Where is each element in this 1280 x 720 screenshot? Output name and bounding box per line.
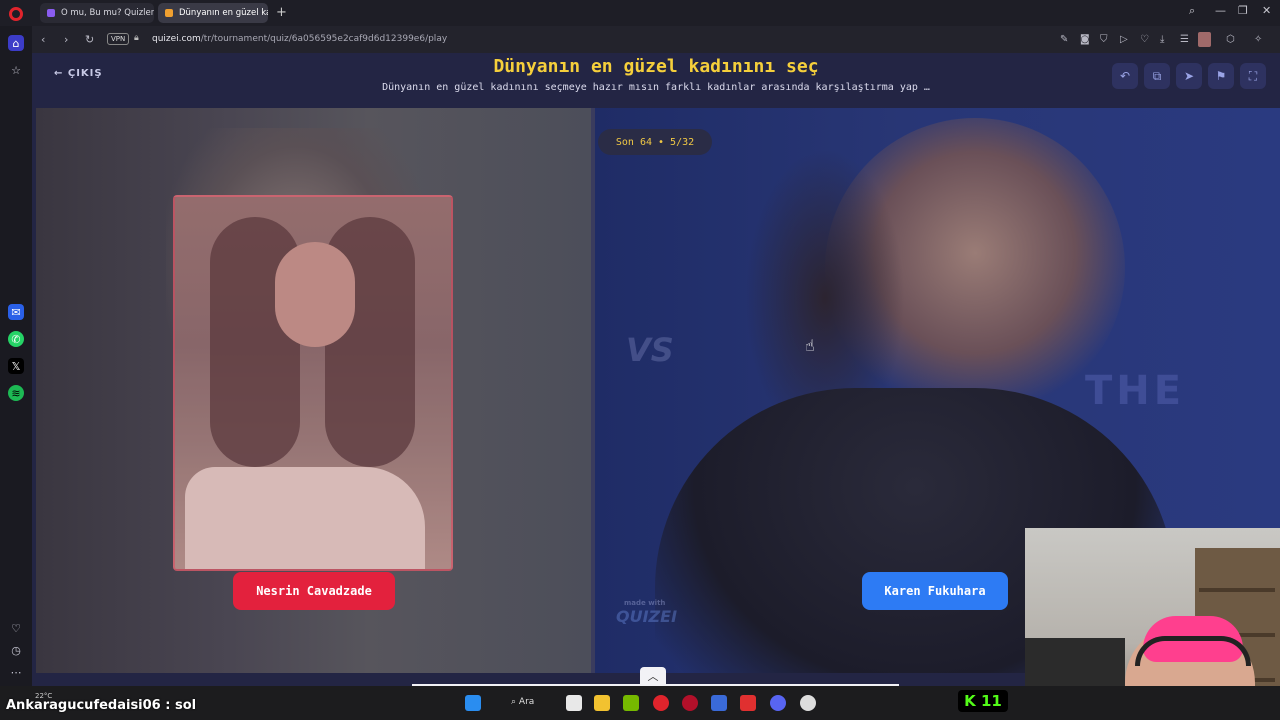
right-choice-button[interactable]: Karen Fukuhara (862, 572, 1008, 610)
tab-quizzes[interactable]: O mu, Bu mu? Quizleri | T (40, 3, 154, 23)
minimize-icon[interactable]: — (1215, 4, 1226, 17)
heart-icon[interactable]: ♡ (8, 620, 24, 636)
flag-icon[interactable]: ⚑ (1208, 63, 1234, 89)
opera-taskbar-icon[interactable] (653, 695, 669, 711)
task-view-icon[interactable] (566, 695, 582, 711)
whatsapp-icon[interactable]: ✆ (8, 331, 24, 347)
tab-search-icon[interactable]: ⌕ (1189, 4, 1195, 18)
url-path: /tr/tournament/quiz/6a056595e2caf9d6d123… (200, 34, 448, 44)
kick-count: 11 (980, 692, 1002, 710)
restore-icon[interactable]: ❐ (1238, 4, 1248, 17)
star-icon[interactable]: ☆ (8, 62, 24, 78)
windows-start-icon[interactable] (465, 695, 481, 711)
chatgpt-icon[interactable] (800, 695, 816, 711)
menu-icon[interactable]: ☰ (1180, 34, 1189, 45)
stream-chat-message: Ankaragucufedaisi06 : sol (6, 698, 197, 713)
left-choice-photo[interactable] (173, 195, 453, 571)
left-choice-button[interactable]: Nesrin Cavadzade (233, 572, 395, 610)
watermark-made-with: made with (624, 599, 666, 607)
background-text: THE (1085, 368, 1186, 414)
round-progress: Son 64 • 5/32 (598, 129, 712, 155)
tab-favicon-icon (47, 9, 55, 17)
vpn-badge[interactable]: VPN (107, 33, 130, 45)
opera-logo-icon[interactable] (9, 7, 23, 21)
profile-avatar[interactable] (1198, 32, 1211, 47)
undo-icon[interactable]: ↶ (1112, 63, 1138, 89)
home-icon[interactable]: ⌂ (8, 35, 24, 51)
nvidia-icon[interactable] (623, 695, 639, 711)
forward-icon[interactable]: › (64, 33, 68, 46)
shield-app-icon[interactable] (711, 695, 727, 711)
chevron-up-icon[interactable]: ︿ (640, 667, 666, 685)
file-explorer-icon[interactable] (594, 695, 610, 711)
spotify-icon[interactable]: ≋ (8, 385, 24, 401)
fullscreen-icon[interactable]: ⛶ (1240, 63, 1266, 89)
heart-icon[interactable]: ♡ (1140, 34, 1149, 45)
page-title: Dünyanın en güzel kadınını seç (493, 56, 819, 77)
app-w-icon[interactable] (740, 695, 756, 711)
tab-favicon-icon (165, 9, 173, 17)
lock-icon[interactable]: 🔒︎ (134, 33, 139, 43)
edit-icon[interactable]: ✎ (1060, 34, 1068, 45)
page-subtitle: Dünyanın en güzel kadınını seçmeye hazır… (382, 82, 930, 93)
browser-tab-bar: O mu, Bu mu? Quizleri | T Dünyanın en gü… (0, 0, 1280, 26)
camera-icon[interactable]: ◙ (1080, 34, 1090, 45)
close-icon[interactable]: ✕ (1262, 4, 1271, 17)
tab-label: O mu, Bu mu? Quizleri | T (61, 8, 154, 18)
url-host: quizei.com (152, 34, 201, 44)
download-icon[interactable]: ⤓ (1160, 34, 1164, 45)
more-icon[interactable]: ⋯ (8, 664, 24, 680)
aria-icon[interactable]: ✧ (1254, 34, 1262, 45)
extensions-icon[interactable]: ⬡ (1226, 34, 1235, 45)
browser-sidebar: ⌂ ☆ ✉ ✆ 𝕏 ≋ ♡ ◷ ⋯ (0, 26, 32, 686)
tab-label: Dünyanın en güzel kadını (179, 8, 268, 18)
url-field[interactable]: quizei.com/tr/tournament/quiz/6a056595e2… (152, 34, 447, 44)
quizei-watermark: made with QUIZEI (616, 599, 677, 626)
history-icon[interactable]: ◷ (8, 642, 24, 658)
kick-viewer-badge: K 11 (958, 690, 1008, 712)
share-icon[interactable]: ➤ (1176, 63, 1202, 89)
watermark-brand: QUIZEI (616, 607, 678, 626)
shield-icon[interactable]: ⛉ (1100, 34, 1108, 45)
hand-cursor-icon: ☝ (805, 336, 815, 355)
vs-logo: VS (626, 331, 674, 369)
messenger-icon[interactable]: ✉ (8, 304, 24, 320)
discord-icon[interactable] (770, 695, 786, 711)
play-icon[interactable]: ▷ (1120, 34, 1128, 45)
opera-gx-icon[interactable] (682, 695, 698, 711)
taskbar-search-label: Ara (518, 697, 535, 707)
back-icon[interactable]: ‹ (41, 33, 45, 46)
tab-current-quiz[interactable]: Dünyanın en güzel kadını (158, 3, 268, 23)
reload-icon[interactable]: ↻ (85, 33, 94, 46)
address-bar: ‹ › ↻ VPN 🔒︎ quizei.com/tr/tournament/qu… (32, 26, 1280, 53)
panel-divider (591, 108, 595, 673)
copy-icon[interactable]: ⧉ (1144, 63, 1170, 89)
x-twitter-icon[interactable]: 𝕏 (8, 358, 24, 374)
kick-logo-icon: K (964, 692, 981, 710)
new-tab-plus-icon[interactable]: + (276, 5, 287, 20)
taskbar-search[interactable]: ⌕ Ara (511, 697, 534, 707)
